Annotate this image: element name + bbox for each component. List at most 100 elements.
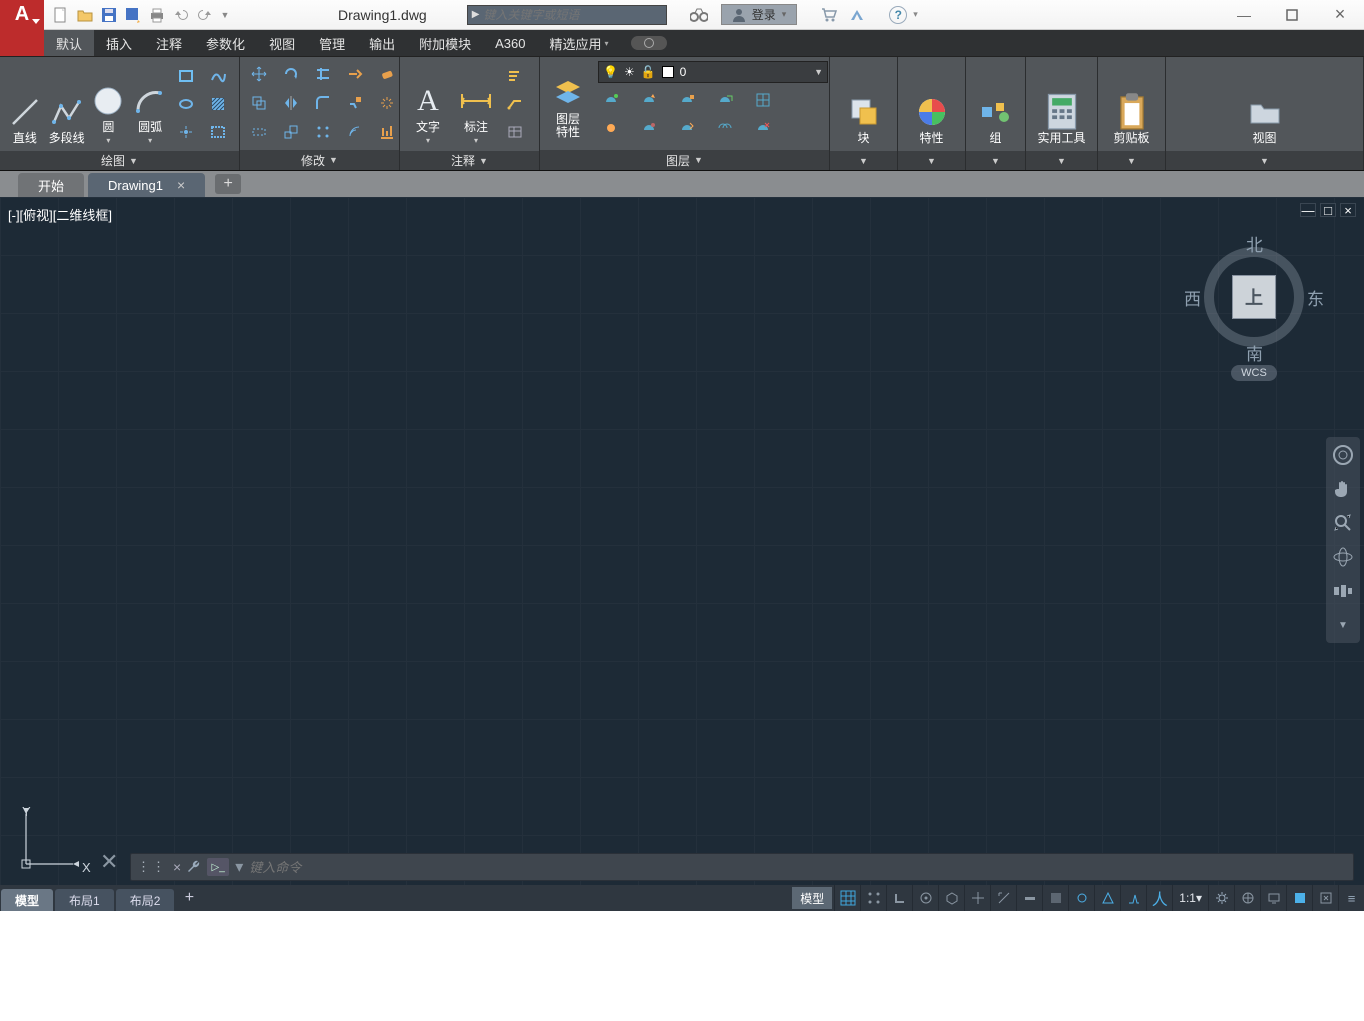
panel-title-clip[interactable]: ▼ bbox=[1098, 151, 1165, 170]
status-grid-icon[interactable] bbox=[834, 885, 860, 911]
qat-dropdown-icon[interactable]: ▼ bbox=[218, 4, 232, 26]
tab-a360[interactable]: A360 bbox=[483, 30, 537, 56]
layer-off-icon[interactable] bbox=[598, 89, 624, 111]
status-annoscale-icon[interactable] bbox=[1094, 885, 1120, 911]
status-annomon-icon[interactable]: 人 bbox=[1146, 885, 1172, 911]
layer-match-icon[interactable] bbox=[750, 89, 776, 111]
compass-south[interactable]: 南 bbox=[1246, 340, 1263, 365]
wcs-badge[interactable]: WCS bbox=[1231, 365, 1277, 381]
layer-merge-icon[interactable] bbox=[712, 117, 738, 139]
layer-properties-button[interactable]: 图层 特性 bbox=[544, 61, 592, 141]
viewcube[interactable]: 上 北 南 东 西 WCS bbox=[1184, 237, 1324, 407]
panel-title-block[interactable]: ▼ bbox=[830, 151, 897, 170]
search-go-icon[interactable]: ▶ bbox=[472, 9, 480, 20]
panel-title-view[interactable]: ▼ bbox=[1166, 151, 1363, 170]
panel-title-modify[interactable]: 修改▼ bbox=[240, 150, 399, 170]
ribbon-minimize-toggle[interactable] bbox=[631, 36, 667, 50]
file-tab-add-button[interactable]: + bbox=[215, 174, 241, 194]
panel-title-group[interactable]: ▼ bbox=[966, 151, 1025, 170]
chamfer-icon[interactable] bbox=[342, 92, 368, 114]
view-button[interactable]: 视图 bbox=[1243, 61, 1287, 147]
layer-prev-icon[interactable] bbox=[636, 117, 662, 139]
trim-icon[interactable] bbox=[310, 63, 336, 85]
tab-addin[interactable]: 附加模块 bbox=[407, 30, 483, 56]
qat-save-icon[interactable] bbox=[98, 4, 120, 26]
panel-title-draw[interactable]: 绘图▼ bbox=[0, 151, 239, 170]
ucs-icon[interactable]: Y X bbox=[18, 802, 88, 875]
status-cycling-icon[interactable] bbox=[1068, 885, 1094, 911]
status-customize-icon[interactable]: ≡ bbox=[1338, 885, 1364, 911]
nav-orbit-icon[interactable] bbox=[1331, 545, 1355, 569]
compass-west[interactable]: 西 bbox=[1184, 285, 1201, 310]
point-icon[interactable] bbox=[173, 121, 199, 143]
nav-showmotion-icon[interactable] bbox=[1331, 579, 1355, 603]
app-menu-button[interactable]: A bbox=[0, 0, 44, 30]
qat-new-icon[interactable] bbox=[50, 4, 72, 26]
help-icon[interactable]: ? bbox=[889, 6, 907, 24]
leader-icon[interactable] bbox=[502, 65, 528, 87]
compass-north[interactable]: 北 bbox=[1246, 231, 1263, 256]
qat-saveas-icon[interactable] bbox=[122, 4, 144, 26]
viewport-label[interactable]: [-][俯视][二维线框] bbox=[8, 205, 112, 224]
qat-open-icon[interactable] bbox=[74, 4, 96, 26]
nav-zoom-icon[interactable] bbox=[1331, 511, 1355, 535]
stretch-icon[interactable] bbox=[246, 121, 272, 143]
viewcube-top-face[interactable]: 上 bbox=[1232, 275, 1276, 319]
circle-button[interactable]: 圆▾ bbox=[88, 61, 130, 147]
drawing-canvas[interactable]: [-][俯视][二维线框] — □ × 上 北 南 东 西 WCS ▼ bbox=[0, 197, 1364, 885]
align-icon[interactable] bbox=[374, 121, 400, 143]
tab-annotate[interactable]: 注释 bbox=[144, 30, 194, 56]
status-workspace-icon[interactable] bbox=[1234, 885, 1260, 911]
command-input[interactable] bbox=[249, 860, 1347, 875]
dimension-button[interactable]: 标注▾ bbox=[452, 61, 500, 147]
status-lineweight-icon[interactable] bbox=[1016, 885, 1042, 911]
explode-icon[interactable] bbox=[374, 92, 400, 114]
layout-add-button[interactable]: + bbox=[179, 889, 199, 907]
hatch-icon[interactable] bbox=[205, 93, 231, 115]
clipboard-button[interactable]: 剪贴板 bbox=[1110, 61, 1154, 147]
ellipse-icon[interactable] bbox=[173, 93, 199, 115]
file-tab-drawing1[interactable]: Drawing1 bbox=[88, 173, 205, 197]
array-icon[interactable] bbox=[310, 121, 336, 143]
mirror-icon[interactable] bbox=[278, 92, 304, 114]
tab-view[interactable]: 视图 bbox=[257, 30, 307, 56]
copy-icon[interactable] bbox=[246, 92, 272, 114]
multileader-icon[interactable] bbox=[502, 93, 528, 115]
utilities-button[interactable]: 实用工具 bbox=[1032, 61, 1092, 147]
nav-wheel-icon[interactable] bbox=[1331, 443, 1355, 467]
maximize-button[interactable] bbox=[1268, 0, 1316, 29]
line-button[interactable]: 直线 bbox=[4, 61, 46, 147]
polyline-button[interactable]: 多段线 bbox=[46, 61, 88, 147]
tab-output[interactable]: 输出 bbox=[357, 30, 407, 56]
cmd-prompt-icon[interactable]: ▷_ bbox=[207, 858, 229, 876]
tab-parametric[interactable]: 参数化 bbox=[194, 30, 257, 56]
qat-undo-icon[interactable] bbox=[170, 4, 192, 26]
fillet-icon[interactable] bbox=[310, 92, 336, 114]
tab-manage[interactable]: 管理 bbox=[307, 30, 357, 56]
nav-pan-icon[interactable] bbox=[1331, 477, 1355, 501]
search-input[interactable] bbox=[483, 8, 661, 22]
rotate-icon[interactable] bbox=[278, 63, 304, 85]
panel-title-layer[interactable]: 图层▼ bbox=[540, 150, 829, 170]
offset-icon[interactable] bbox=[342, 121, 368, 143]
layer-freeze-icon[interactable] bbox=[636, 89, 662, 111]
layer-walk-icon[interactable] bbox=[674, 117, 700, 139]
block-button[interactable]: 块 bbox=[842, 61, 886, 147]
text-button[interactable]: A 文字▾ bbox=[404, 61, 452, 147]
table-icon[interactable] bbox=[502, 121, 528, 143]
vp-close-icon[interactable]: × bbox=[1340, 203, 1356, 217]
status-otrack-icon[interactable] bbox=[990, 885, 1016, 911]
cmd-settings-icon[interactable] bbox=[187, 858, 201, 877]
panel-title-util[interactable]: ▼ bbox=[1026, 151, 1097, 170]
status-polar-icon[interactable] bbox=[912, 885, 938, 911]
layer-iso-icon[interactable] bbox=[598, 117, 624, 139]
status-dynucs-icon[interactable] bbox=[1120, 885, 1146, 911]
panel-title-props[interactable]: ▼ bbox=[898, 151, 965, 170]
spline-icon[interactable] bbox=[205, 65, 231, 87]
cmd-grip-icon[interactable]: ⋮⋮ bbox=[137, 859, 167, 875]
status-isodraft-icon[interactable] bbox=[938, 885, 964, 911]
status-model-chip[interactable]: 模型 bbox=[792, 887, 832, 909]
layer-states-icon[interactable] bbox=[712, 89, 738, 111]
region-icon[interactable] bbox=[205, 121, 231, 143]
extend-icon[interactable] bbox=[342, 63, 368, 85]
